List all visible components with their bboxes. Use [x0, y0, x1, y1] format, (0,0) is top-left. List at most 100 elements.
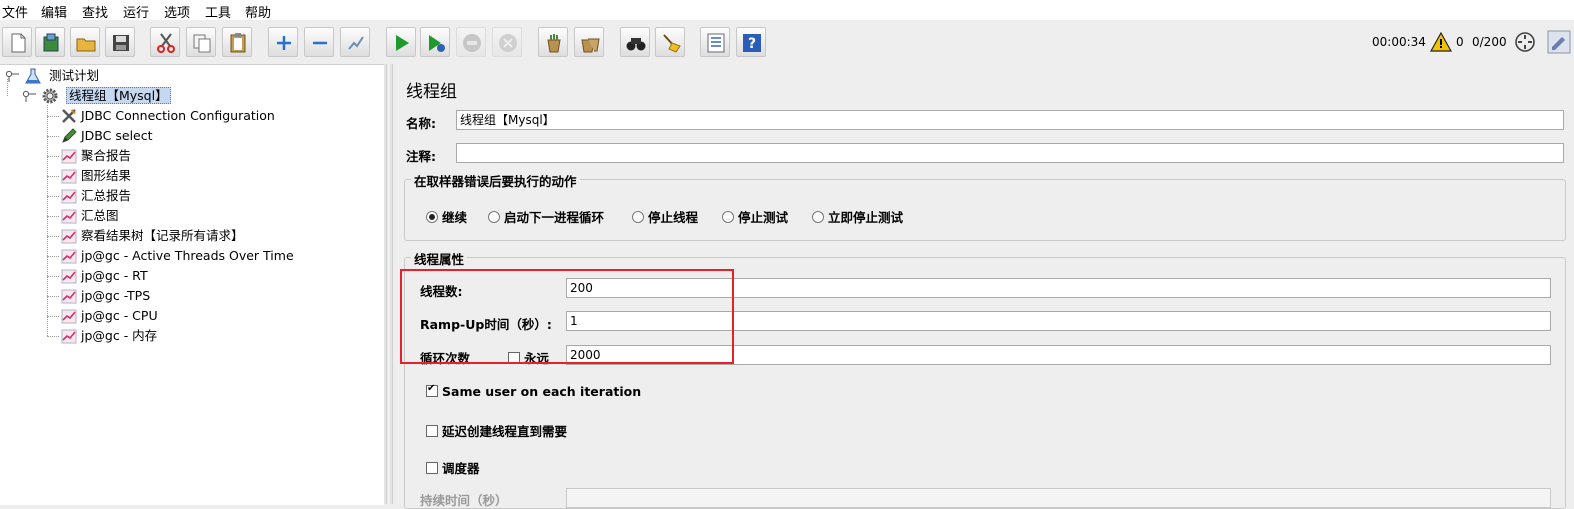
tree-node-child[interactable]: jp@gc - 内存: [60, 327, 157, 345]
scheduler-checkbox[interactable]: 调度器: [426, 458, 480, 477]
split-pane-divider[interactable]: [384, 64, 396, 504]
threads-input[interactable]: 200: [566, 278, 1551, 298]
function-helper-button[interactable]: [700, 27, 730, 57]
forever-label: 永远: [524, 351, 550, 366]
tree-node-child[interactable]: JDBC Connection Configuration: [60, 107, 275, 125]
menu-options[interactable]: 选项: [164, 2, 190, 21]
listener-graph-icon: [60, 287, 78, 305]
error-action-radio[interactable]: 启动下一进程循环: [488, 207, 604, 226]
error-action-radio[interactable]: 立即停止测试: [812, 207, 903, 226]
comment-input[interactable]: [456, 143, 1564, 163]
clear-all-button[interactable]: [574, 27, 604, 57]
name-input[interactable]: 线程组【Mysql】: [456, 110, 1564, 130]
menu-tools[interactable]: 工具: [205, 2, 231, 21]
tree-node-child[interactable]: 聚合报告: [60, 147, 131, 165]
tree-node-child[interactable]: 汇总图: [60, 207, 119, 225]
thread-properties-title: 线程属性: [411, 249, 468, 268]
tree-node-child[interactable]: jp@gc - CPU: [60, 307, 158, 325]
forever-checkbox-box[interactable]: [508, 352, 520, 364]
start-button[interactable]: [386, 27, 416, 57]
tree-label: jp@gc -TPS: [81, 288, 151, 303]
menu-run[interactable]: 运行: [123, 2, 149, 21]
new-button[interactable]: [2, 27, 32, 57]
tree-toggle-icon[interactable]: [3, 67, 19, 85]
rampup-input[interactable]: 1: [566, 311, 1551, 331]
sampler-pen-icon: [60, 127, 78, 145]
same-user-checkbox[interactable]: Same user on each iteration: [426, 383, 641, 399]
menu-search[interactable]: 查找: [82, 2, 108, 21]
listener-graph-icon: [60, 267, 78, 285]
radio-label: 停止测试: [738, 210, 789, 225]
menu-edit[interactable]: 编辑: [41, 2, 67, 21]
radio-indicator[interactable]: [722, 211, 734, 223]
tree-label: jp@gc - 内存: [81, 328, 158, 343]
scheduler-checkbox-box[interactable]: [426, 462, 438, 474]
search-button[interactable]: [620, 27, 650, 57]
paste-button[interactable]: [222, 27, 252, 57]
elapsed-time: 00:00:34: [1372, 35, 1426, 49]
tree-label: jp@gc - Active Threads Over Time: [81, 248, 294, 263]
error-action-radio[interactable]: 停止测试: [722, 207, 788, 226]
config-tools-icon: [60, 107, 78, 125]
duration-label: 持续时间（秒）: [420, 493, 508, 508]
copy-icon: [193, 34, 211, 53]
tree-node-test-plan[interactable]: 测试计划: [3, 67, 99, 85]
log-viewer-icon[interactable]: [1546, 29, 1572, 58]
reset-search-button[interactable]: [655, 27, 685, 57]
duration-input[interactable]: [566, 488, 1551, 508]
tree-node-child[interactable]: 察看结果树【记录所有请求】: [60, 227, 244, 245]
radio-indicator[interactable]: [812, 211, 824, 223]
clear-button[interactable]: [538, 27, 568, 57]
tree-connector: [47, 136, 59, 137]
radio-indicator[interactable]: [426, 211, 438, 223]
collapse-icon: [313, 41, 327, 45]
menu-file[interactable]: 文件: [2, 2, 28, 21]
expand-button[interactable]: [268, 27, 298, 57]
tree-node-child[interactable]: JDBC select: [60, 127, 153, 145]
threads-label: 线程数:: [420, 284, 463, 299]
tree-node-child[interactable]: 汇总报告: [60, 187, 131, 205]
help-icon: ?: [743, 34, 761, 52]
tree-node-child[interactable]: jp@gc -TPS: [60, 287, 150, 305]
delay-thread-creation-checkbox[interactable]: 延迟创建线程直到需要: [426, 421, 567, 440]
loop-count-input[interactable]: 2000: [566, 345, 1551, 365]
clear-icon: [547, 34, 561, 53]
start-no-pauses-button[interactable]: [420, 27, 450, 57]
delay-checkbox-box[interactable]: [426, 425, 438, 437]
reset-search-icon: [663, 34, 681, 53]
tree-node-child[interactable]: jp@gc - Active Threads Over Time: [60, 247, 294, 265]
stop-button[interactable]: [456, 27, 486, 57]
remote-status-icon[interactable]: [1514, 31, 1536, 56]
error-action-radio[interactable]: 停止线程: [632, 207, 698, 226]
templates-button[interactable]: [35, 27, 65, 57]
collapse-button[interactable]: [304, 27, 334, 57]
radio-indicator[interactable]: [488, 211, 500, 223]
function-helper-icon: [707, 33, 725, 53]
forever-checkbox[interactable]: 永远: [508, 348, 549, 367]
help-button[interactable]: ?: [736, 27, 766, 57]
radio-indicator[interactable]: [632, 211, 644, 223]
error-action-radio[interactable]: 继续: [426, 207, 467, 226]
cut-button[interactable]: [150, 27, 180, 57]
tree-node-child[interactable]: 图形结果: [60, 167, 131, 185]
toggle-button[interactable]: [340, 27, 370, 57]
stop-icon: [463, 34, 481, 52]
menu-help[interactable]: 帮助: [245, 2, 271, 21]
copy-button[interactable]: [186, 27, 216, 57]
warning-icon[interactable]: [1429, 31, 1453, 55]
tree-label: jp@gc - CPU: [81, 308, 158, 323]
shutdown-button[interactable]: [492, 27, 522, 57]
listener-graph-icon: [60, 227, 78, 245]
open-button[interactable]: [70, 27, 100, 57]
listener-graph-icon: [60, 147, 78, 165]
same-user-checkbox-box[interactable]: [426, 383, 438, 397]
rampup-label: Ramp-Up时间（秒）:: [420, 317, 552, 332]
save-icon: [113, 35, 129, 51]
tree-node-child[interactable]: jp@gc - RT: [60, 267, 148, 285]
tree-connector: [47, 276, 59, 277]
new-icon: [11, 33, 26, 53]
test-plan-tree[interactable]: 测试计划 线程组【Mysql】 JDBC Connection Configur…: [0, 64, 384, 505]
save-button[interactable]: [105, 27, 135, 57]
tree-node-thread-group[interactable]: 线程组【Mysql】: [20, 87, 171, 105]
tree-toggle-icon[interactable]: [20, 87, 36, 105]
